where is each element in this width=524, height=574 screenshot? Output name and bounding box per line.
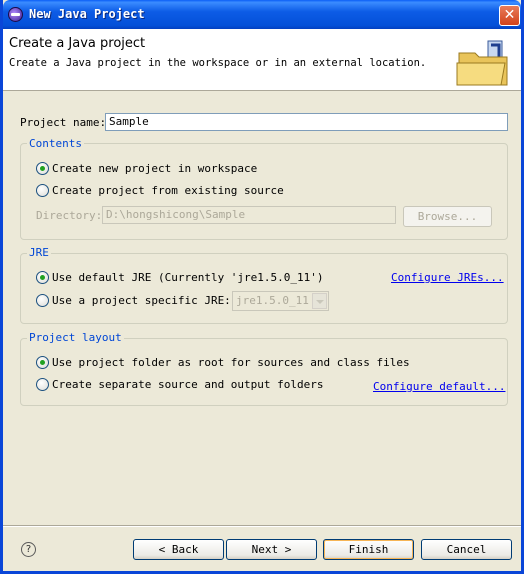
use-default-jre-option[interactable]: Use default JRE (Currently 'jre1.5.0_11'… — [36, 270, 336, 286]
radio-label: Create separate source and output folder… — [52, 378, 324, 391]
radio-button[interactable] — [36, 356, 49, 369]
close-icon[interactable]: ✕ — [499, 5, 520, 26]
separate-folders-option[interactable]: Create separate source and output folder… — [36, 377, 324, 393]
radio-button[interactable] — [36, 294, 49, 307]
radio-button[interactable] — [36, 184, 49, 197]
use-project-specific-jre-option[interactable]: Use a project specific JRE: — [36, 293, 231, 309]
eclipse-icon — [8, 7, 23, 22]
jre-group — [20, 253, 508, 324]
radio-button[interactable] — [36, 162, 49, 175]
jre-select[interactable]: jre1.5.0_11 — [232, 291, 329, 311]
radio-label: Use default JRE (Currently 'jre1.5.0_11'… — [52, 271, 324, 284]
contents-group-title: Contents — [27, 137, 84, 150]
radio-label: Create project from existing source — [52, 184, 284, 197]
jre-select-value: jre1.5.0_11 — [236, 294, 309, 307]
header-description: Create a Java project in the workspace o… — [9, 57, 427, 69]
finish-button[interactable]: Finish — [323, 539, 414, 560]
radio-label: Use a project specific JRE: — [52, 294, 231, 307]
radio-button[interactable] — [36, 271, 49, 284]
radio-label: Use project folder as root for sources a… — [52, 356, 410, 369]
title-bar[interactable]: New Java Project ✕ — [3, 0, 521, 29]
window-title: New Java Project — [29, 7, 145, 21]
project-layout-group-title: Project layout — [27, 331, 124, 344]
back-button[interactable]: < Back — [133, 539, 224, 560]
wizard-header: Create a Java project Create a Java proj… — [3, 29, 521, 91]
cancel-button[interactable]: Cancel — [421, 539, 512, 560]
project-layout-group — [20, 338, 508, 406]
directory-input[interactable]: D:\hongshicong\Sample — [102, 206, 396, 224]
footer-separator — [3, 525, 521, 527]
jre-group-title: JRE — [27, 246, 51, 259]
browse-button[interactable]: Browse... — [403, 206, 492, 227]
radio-label: Create new project in workspace — [52, 162, 258, 175]
configure-jres-link[interactable]: Configure JREs... — [391, 271, 504, 284]
use-project-folder-option[interactable]: Use project folder as root for sources a… — [36, 355, 410, 371]
configure-default-link[interactable]: Configure default... — [373, 380, 505, 393]
chevron-down-icon[interactable] — [312, 293, 327, 309]
radio-button[interactable] — [36, 378, 49, 391]
help-icon[interactable]: ? — [21, 542, 36, 557]
new-java-project-dialog: New Java Project ✕ Create a Java project… — [0, 0, 524, 574]
next-button[interactable]: Next > — [226, 539, 317, 560]
project-name-label: Project name: — [20, 116, 107, 129]
header-title: Create a Java project — [9, 36, 146, 51]
directory-label: Directory: — [36, 209, 103, 222]
java-project-folder-icon — [456, 40, 508, 86]
create-in-workspace-option[interactable]: Create new project in workspace — [36, 161, 258, 177]
project-name-input[interactable]: Sample — [105, 113, 508, 131]
create-from-source-option[interactable]: Create project from existing source — [36, 183, 284, 199]
